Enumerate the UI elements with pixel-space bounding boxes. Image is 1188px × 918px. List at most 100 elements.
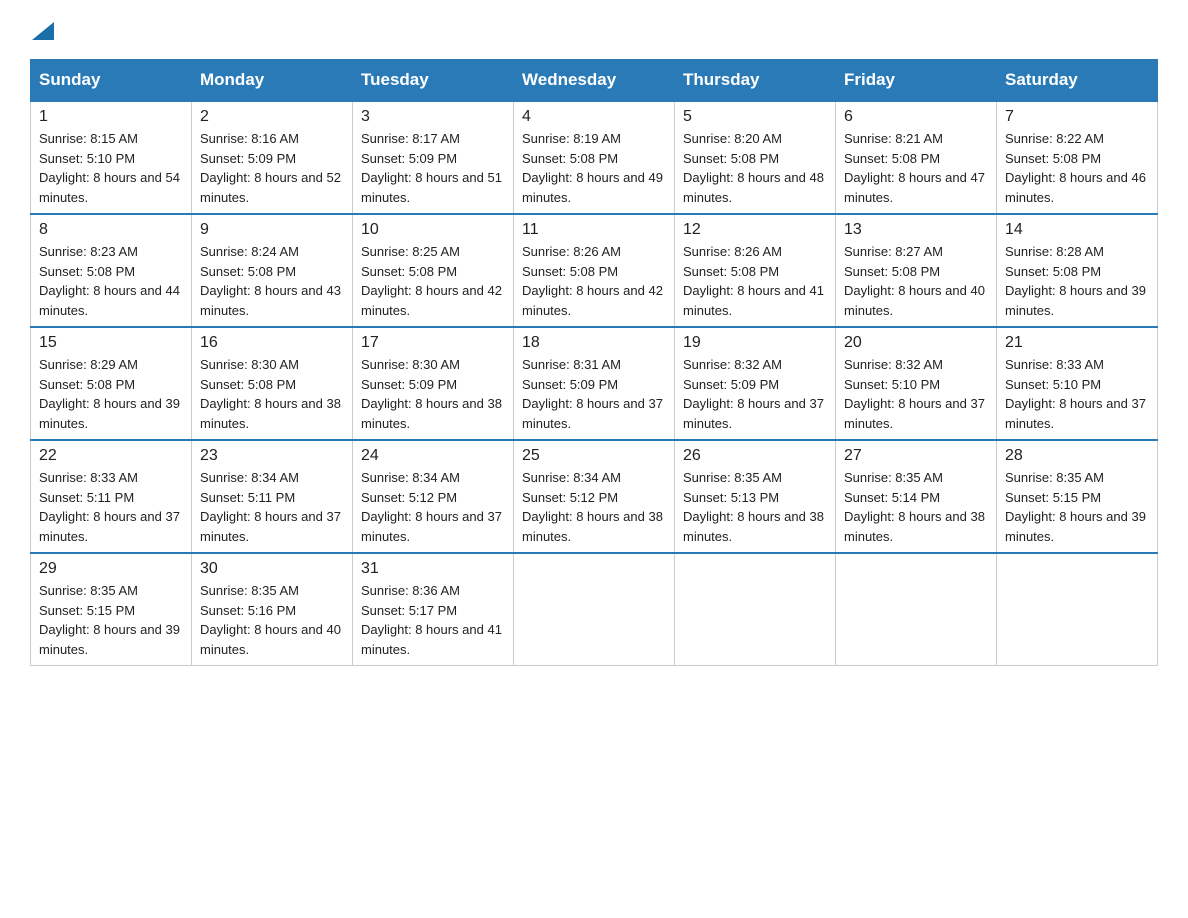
- day-info: Sunrise: 8:32 AMSunset: 5:10 PMDaylight:…: [844, 355, 988, 433]
- day-info: Sunrise: 8:28 AMSunset: 5:08 PMDaylight:…: [1005, 242, 1149, 320]
- day-info: Sunrise: 8:26 AMSunset: 5:08 PMDaylight:…: [683, 242, 827, 320]
- day-info: Sunrise: 8:21 AMSunset: 5:08 PMDaylight:…: [844, 129, 988, 207]
- calendar-week-2: 8 Sunrise: 8:23 AMSunset: 5:08 PMDaylight…: [31, 214, 1158, 327]
- day-number: 10: [361, 221, 505, 239]
- calendar-day: [514, 553, 675, 666]
- day-number: 19: [683, 334, 827, 352]
- day-number: 15: [39, 334, 183, 352]
- day-info: Sunrise: 8:15 AMSunset: 5:10 PMDaylight:…: [39, 129, 183, 207]
- calendar-day: [836, 553, 997, 666]
- calendar-day: 6 Sunrise: 8:21 AMSunset: 5:08 PMDaylight…: [836, 101, 997, 214]
- calendar-day: 18Sunrise: 8:31 AMSunset: 5:09 PMDayligh…: [514, 327, 675, 440]
- calendar-day: 22Sunrise: 8:33 AMSunset: 5:11 PMDayligh…: [31, 440, 192, 553]
- calendar-day: 7 Sunrise: 8:22 AMSunset: 5:08 PMDaylight…: [997, 101, 1158, 214]
- calendar-week-3: 15Sunrise: 8:29 AMSunset: 5:08 PMDayligh…: [31, 327, 1158, 440]
- day-number: 25: [522, 447, 666, 465]
- calendar-week-1: 1 Sunrise: 8:15 AMSunset: 5:10 PMDaylight…: [31, 101, 1158, 214]
- calendar-day: 14 Sunrise: 8:28 AMSunset: 5:08 PMDayligh…: [997, 214, 1158, 327]
- day-info: Sunrise: 8:33 AMSunset: 5:10 PMDaylight:…: [1005, 355, 1149, 433]
- calendar-table: SundayMondayTuesdayWednesdayThursdayFrid…: [30, 59, 1158, 666]
- calendar-day: 13 Sunrise: 8:27 AMSunset: 5:08 PMDayligh…: [836, 214, 997, 327]
- day-info: Sunrise: 8:34 AMSunset: 5:12 PMDaylight:…: [522, 468, 666, 546]
- calendar-week-4: 22Sunrise: 8:33 AMSunset: 5:11 PMDayligh…: [31, 440, 1158, 553]
- day-info: Sunrise: 8:34 AMSunset: 5:12 PMDaylight:…: [361, 468, 505, 546]
- page-header: [30, 20, 1158, 41]
- calendar-day: 2 Sunrise: 8:16 AMSunset: 5:09 PMDaylight…: [192, 101, 353, 214]
- day-number: 5: [683, 108, 827, 126]
- calendar-day: 3Sunrise: 8:17 AMSunset: 5:09 PMDaylight…: [353, 101, 514, 214]
- day-info: Sunrise: 8:33 AMSunset: 5:11 PMDaylight:…: [39, 468, 183, 546]
- calendar-day: 9 Sunrise: 8:24 AMSunset: 5:08 PMDaylight…: [192, 214, 353, 327]
- day-info: Sunrise: 8:24 AMSunset: 5:08 PMDaylight:…: [200, 242, 344, 320]
- calendar-day: 26 Sunrise: 8:35 AMSunset: 5:13 PMDayligh…: [675, 440, 836, 553]
- calendar-day: 25 Sunrise: 8:34 AMSunset: 5:12 PMDayligh…: [514, 440, 675, 553]
- col-header-wednesday: Wednesday: [514, 60, 675, 102]
- calendar-day: 4 Sunrise: 8:19 AMSunset: 5:08 PMDaylight…: [514, 101, 675, 214]
- day-number: 21: [1005, 334, 1149, 352]
- day-info: Sunrise: 8:30 AMSunset: 5:08 PMDaylight:…: [200, 355, 344, 433]
- day-number: 1: [39, 108, 183, 126]
- calendar-day: 21 Sunrise: 8:33 AMSunset: 5:10 PMDayligh…: [997, 327, 1158, 440]
- calendar-day: 31Sunrise: 8:36 AMSunset: 5:17 PMDayligh…: [353, 553, 514, 666]
- col-header-friday: Friday: [836, 60, 997, 102]
- day-number: 20: [844, 334, 988, 352]
- day-info: Sunrise: 8:26 AMSunset: 5:08 PMDaylight:…: [522, 242, 666, 320]
- day-number: 8: [39, 221, 183, 239]
- calendar-day: 19Sunrise: 8:32 AMSunset: 5:09 PMDayligh…: [675, 327, 836, 440]
- day-info: Sunrise: 8:19 AMSunset: 5:08 PMDaylight:…: [522, 129, 666, 207]
- day-number: 23: [200, 447, 344, 465]
- day-info: Sunrise: 8:27 AMSunset: 5:08 PMDaylight:…: [844, 242, 988, 320]
- logo-triangle-icon: [32, 22, 54, 40]
- calendar-day: 1 Sunrise: 8:15 AMSunset: 5:10 PMDaylight…: [31, 101, 192, 214]
- calendar-day: 28 Sunrise: 8:35 AMSunset: 5:15 PMDayligh…: [997, 440, 1158, 553]
- col-header-sunday: Sunday: [31, 60, 192, 102]
- day-info: Sunrise: 8:35 AMSunset: 5:13 PMDaylight:…: [683, 468, 827, 546]
- day-number: 27: [844, 447, 988, 465]
- day-info: Sunrise: 8:16 AMSunset: 5:09 PMDaylight:…: [200, 129, 344, 207]
- day-info: Sunrise: 8:22 AMSunset: 5:08 PMDaylight:…: [1005, 129, 1149, 207]
- day-number: 13: [844, 221, 988, 239]
- day-info: Sunrise: 8:34 AMSunset: 5:11 PMDaylight:…: [200, 468, 344, 546]
- calendar-day: 30 Sunrise: 8:35 AMSunset: 5:16 PMDayligh…: [192, 553, 353, 666]
- day-number: 7: [1005, 108, 1149, 126]
- calendar-day: 24 Sunrise: 8:34 AMSunset: 5:12 PMDayligh…: [353, 440, 514, 553]
- day-number: 12: [683, 221, 827, 239]
- calendar-day: 10Sunrise: 8:25 AMSunset: 5:08 PMDayligh…: [353, 214, 514, 327]
- day-info: Sunrise: 8:31 AMSunset: 5:09 PMDaylight:…: [522, 355, 666, 433]
- day-number: 16: [200, 334, 344, 352]
- calendar-day: 11 Sunrise: 8:26 AMSunset: 5:08 PMDayligh…: [514, 214, 675, 327]
- day-info: Sunrise: 8:30 AMSunset: 5:09 PMDaylight:…: [361, 355, 505, 433]
- calendar-day: [675, 553, 836, 666]
- calendar-day: 8 Sunrise: 8:23 AMSunset: 5:08 PMDaylight…: [31, 214, 192, 327]
- calendar-day: 12 Sunrise: 8:26 AMSunset: 5:08 PMDayligh…: [675, 214, 836, 327]
- day-number: 29: [39, 560, 183, 578]
- day-number: 17: [361, 334, 505, 352]
- day-number: 26: [683, 447, 827, 465]
- day-number: 2: [200, 108, 344, 126]
- day-info: Sunrise: 8:35 AMSunset: 5:15 PMDaylight:…: [39, 581, 183, 659]
- col-header-saturday: Saturday: [997, 60, 1158, 102]
- day-number: 30: [200, 560, 344, 578]
- col-header-tuesday: Tuesday: [353, 60, 514, 102]
- day-number: 4: [522, 108, 666, 126]
- calendar-day: 29 Sunrise: 8:35 AMSunset: 5:15 PMDayligh…: [31, 553, 192, 666]
- day-number: 11: [522, 221, 666, 239]
- calendar-day: 23 Sunrise: 8:34 AMSunset: 5:11 PMDayligh…: [192, 440, 353, 553]
- day-info: Sunrise: 8:35 AMSunset: 5:14 PMDaylight:…: [844, 468, 988, 546]
- day-number: 28: [1005, 447, 1149, 465]
- calendar-day: 27 Sunrise: 8:35 AMSunset: 5:14 PMDayligh…: [836, 440, 997, 553]
- day-info: Sunrise: 8:35 AMSunset: 5:16 PMDaylight:…: [200, 581, 344, 659]
- day-number: 24: [361, 447, 505, 465]
- logo: [30, 20, 54, 41]
- day-info: Sunrise: 8:36 AMSunset: 5:17 PMDaylight:…: [361, 581, 505, 659]
- col-header-monday: Monday: [192, 60, 353, 102]
- day-info: Sunrise: 8:35 AMSunset: 5:15 PMDaylight:…: [1005, 468, 1149, 546]
- day-number: 9: [200, 221, 344, 239]
- day-info: Sunrise: 8:23 AMSunset: 5:08 PMDaylight:…: [39, 242, 183, 320]
- calendar-day: [997, 553, 1158, 666]
- day-number: 6: [844, 108, 988, 126]
- day-number: 3: [361, 108, 505, 126]
- calendar-day: 5Sunrise: 8:20 AMSunset: 5:08 PMDaylight…: [675, 101, 836, 214]
- calendar-week-5: 29 Sunrise: 8:35 AMSunset: 5:15 PMDayligh…: [31, 553, 1158, 666]
- day-number: 14: [1005, 221, 1149, 239]
